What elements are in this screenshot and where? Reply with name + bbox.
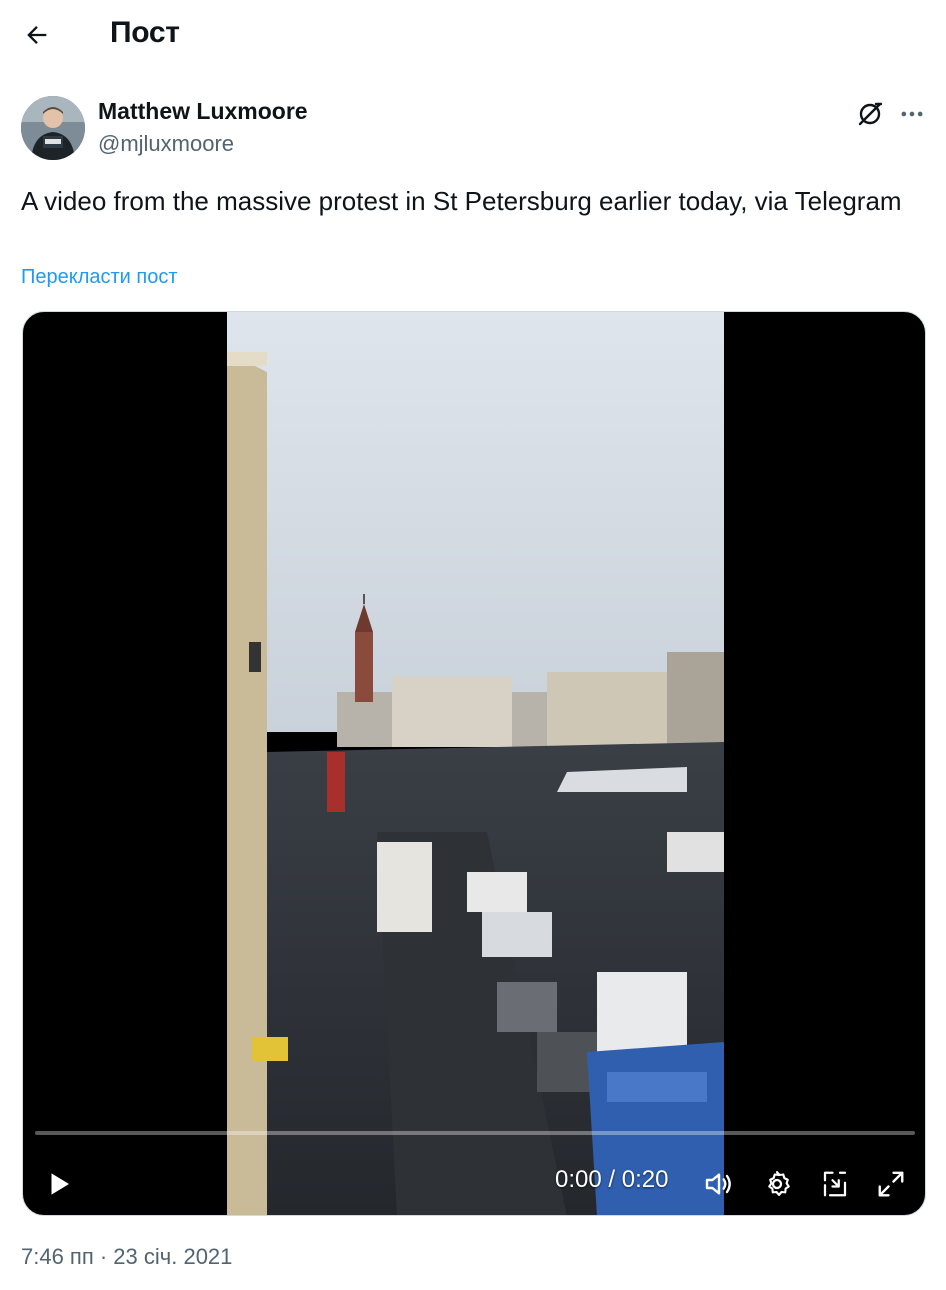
more-options-button[interactable] — [894, 96, 930, 132]
more-dots-icon — [901, 111, 923, 117]
volume-button[interactable] — [699, 1164, 739, 1204]
video-progress-bar[interactable] — [35, 1131, 915, 1135]
video-player[interactable]: 0:00 / 0:20 — [22, 311, 926, 1216]
fullscreen-button[interactable] — [871, 1164, 911, 1204]
picture-in-picture-icon — [823, 1171, 847, 1197]
play-icon — [51, 1173, 69, 1195]
grok-button[interactable] — [852, 96, 888, 132]
page-title: Пост — [110, 16, 180, 49]
author-handle[interactable]: @mjluxmoore — [98, 131, 234, 157]
avatar[interactable] — [21, 96, 85, 160]
page-header: Пост — [0, 0, 946, 70]
translate-post-link[interactable]: Перекласти пост — [21, 266, 178, 289]
settings-gear-icon — [768, 1171, 790, 1196]
back-button[interactable] — [14, 12, 60, 58]
grok-icon — [858, 102, 883, 126]
video-frame — [227, 312, 724, 1215]
volume-muted-icon — [705, 1173, 731, 1195]
fullscreen-icon — [878, 1171, 904, 1197]
author-name[interactable]: Matthew Luxmoore — [98, 98, 308, 125]
arrow-left-icon — [27, 26, 47, 44]
video-time-display: 0:00 / 0:20 — [555, 1166, 669, 1193]
play-button[interactable] — [39, 1164, 79, 1204]
picture-in-picture-button[interactable] — [815, 1164, 855, 1204]
post-timestamp[interactable]: 7:46 пп · 23 січ. 2021 — [21, 1244, 232, 1270]
post-text: A video from the massive protest in St P… — [21, 186, 902, 216]
settings-button[interactable] — [757, 1164, 797, 1204]
